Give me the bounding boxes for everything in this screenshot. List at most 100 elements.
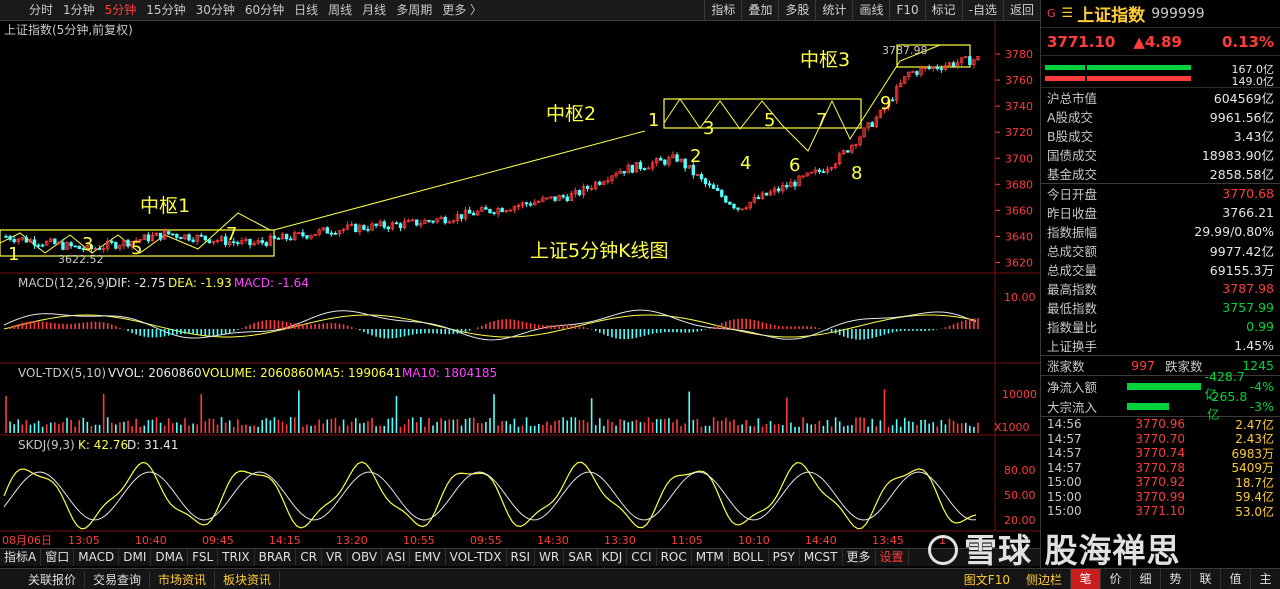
net-inflow-pct: -4% xyxy=(1249,378,1274,394)
tool-button-4[interactable]: 画线 xyxy=(852,0,889,21)
tick-time: 15:00 xyxy=(1047,504,1082,519)
zone2-point-5: 5 xyxy=(764,110,775,131)
status-link-0[interactable]: 图文F10 xyxy=(956,571,1018,588)
period-tab-2[interactable]: 5分钟 xyxy=(100,0,142,20)
time-tick-label: 13:20 xyxy=(336,534,368,547)
time-tick-label: 13:30 xyxy=(604,534,636,547)
status-button-0[interactable]: 笔 xyxy=(1070,569,1100,589)
indicator-tab-bar: 指标A 窗口 MACD DMI DMA FSL TRIX BRAR CR VR OBV ASI EMV V… xyxy=(0,548,1040,566)
time-tick-label: 08月06日 xyxy=(2,534,52,547)
indicator-tab-3[interactable]: DMI xyxy=(119,549,152,566)
time-tick-label: 13:45 xyxy=(872,534,904,547)
stat-value: 1.45% xyxy=(1234,338,1274,353)
stat-value: 9977.42亿 xyxy=(1209,244,1274,259)
indicator-tab-20[interactable]: MTM xyxy=(692,549,729,566)
kline-chart-area[interactable]: 上证指数(5分钟,前复权) 上证5分钟K线图 3787.98 3622.52 中… xyxy=(0,21,1040,548)
menu-icon[interactable]: ☰ xyxy=(1062,6,1074,21)
stat-label: 上证换手 xyxy=(1047,339,1098,354)
bar-down-value: 149.0亿 xyxy=(1231,75,1275,88)
indicator-tab-19[interactable]: ROC xyxy=(657,549,692,566)
indicator-tab-25[interactable]: 设置 xyxy=(876,549,909,566)
indicator-tab-9[interactable]: VR xyxy=(322,549,348,566)
indicator-tab-22[interactable]: PSY xyxy=(769,549,800,566)
tick-time: 15:00 xyxy=(1047,489,1082,504)
period-tab-4[interactable]: 30分钟 xyxy=(191,0,240,20)
indicator-tab-1[interactable]: 窗口 xyxy=(41,549,75,566)
indicator-tab-5[interactable]: FSL xyxy=(188,549,219,566)
period-tab-7[interactable]: 周线 xyxy=(323,0,357,20)
tool-button-5[interactable]: F10 xyxy=(889,0,924,21)
indicator-tab-10[interactable]: OBV xyxy=(348,549,383,566)
stat-value: 69155.3万 xyxy=(1209,263,1274,278)
indicator-tab-7[interactable]: BRAR xyxy=(255,549,297,566)
stat-row: 上证换手 1.45% xyxy=(1041,336,1280,355)
time-tick-label: 13:05 xyxy=(68,534,100,547)
tool-button-0[interactable]: 指标 xyxy=(704,0,741,21)
indicator-tab-23[interactable]: MCST xyxy=(800,549,843,566)
status-tab-1[interactable]: 交易查询 xyxy=(85,570,151,588)
stat-row: 昨日收盘 3766.21 xyxy=(1041,203,1280,222)
status-link-1[interactable]: 侧边栏 xyxy=(1018,571,1070,588)
tool-button-8[interactable]: 返回 xyxy=(1002,0,1040,21)
period-tab-1[interactable]: 1分钟 xyxy=(58,0,100,20)
zone2-point-2: 2 xyxy=(690,146,701,167)
status-tab-0[interactable]: 关联报价 xyxy=(20,570,86,588)
tool-button-1[interactable]: 叠加 xyxy=(741,0,778,21)
status-button-1[interactable]: 价 xyxy=(1100,569,1130,589)
indicator-tab-4[interactable]: DMA xyxy=(151,549,189,566)
g-icon[interactable]: G xyxy=(1047,7,1056,20)
period-tab-8[interactable]: 月线 xyxy=(357,0,391,20)
tool-button-3[interactable]: 统计 xyxy=(815,0,852,21)
status-button-4[interactable]: 联 xyxy=(1190,569,1220,589)
status-button-2[interactable]: 细 xyxy=(1130,569,1160,589)
price-tick-label: 3660 xyxy=(1005,204,1033,217)
indicator-tab-15[interactable]: WR xyxy=(535,549,565,566)
vol-ma10: MA10: 1804185 xyxy=(402,366,497,380)
indicator-tab-11[interactable]: ASI xyxy=(382,549,411,566)
status-button-6[interactable]: 主 xyxy=(1250,569,1280,589)
kline-chart-svg[interactable]: 上证指数(5分钟,前复权) 上证5分钟K线图 3787.98 3622.52 中… xyxy=(0,21,1040,548)
tool-button-7[interactable]: -自选 xyxy=(961,0,1003,21)
indicator-tab-16[interactable]: SAR xyxy=(564,549,598,566)
price-tick-label: 3780 xyxy=(1005,48,1033,61)
stat-value: 3757.99 xyxy=(1222,300,1274,315)
tick-list[interactable]: 14:56 3770.96 2.47亿 14:57 3770.70 2.43亿 14:57 3… xyxy=(1041,417,1280,519)
tick-price: 3770.92 xyxy=(1135,475,1185,490)
period-tab-9[interactable]: 多周期 xyxy=(391,0,437,20)
status-button-5[interactable]: 值 xyxy=(1220,569,1250,589)
stat-label: 基金成交 xyxy=(1047,167,1098,182)
tick-price: 3770.99 xyxy=(1135,489,1185,504)
period-tab-5[interactable]: 60分钟 xyxy=(240,0,289,20)
period-tab-0[interactable]: 分时 xyxy=(24,0,58,20)
stat-row: B股成交 3.43亿 xyxy=(1041,126,1280,145)
tick-time: 14:57 xyxy=(1047,431,1082,446)
time-tick-label: 1 xyxy=(939,534,946,547)
indicator-tab-14[interactable]: RSI xyxy=(507,549,536,566)
indicator-tab-13[interactable]: VOL-TDX xyxy=(446,549,507,566)
period-tab-3[interactable]: 15分钟 xyxy=(141,0,190,20)
status-tab-2[interactable]: 市场资讯 xyxy=(150,570,216,588)
tool-button-6[interactable]: 标记 xyxy=(924,0,962,21)
indicator-tab-18[interactable]: CCI xyxy=(627,549,657,566)
net-inflow-label: 净流入额 xyxy=(1047,379,1098,395)
indicator-tab-12[interactable]: EMV xyxy=(410,549,446,566)
indicator-tab-0[interactable]: 指标A xyxy=(0,549,42,566)
indicator-tab-17[interactable]: KDJ xyxy=(598,549,628,566)
indicator-tab-21[interactable]: BOLL xyxy=(729,549,769,566)
status-button-3[interactable]: 势 xyxy=(1160,569,1190,589)
zone-1-label: 中枢1 xyxy=(140,195,190,217)
indicator-tab-2[interactable]: MACD xyxy=(74,549,120,566)
indicator-tab-6[interactable]: TRIX xyxy=(218,549,255,566)
status-tab-3[interactable]: 板块资讯 xyxy=(215,570,281,588)
net-inflow-bar xyxy=(1127,382,1201,390)
price-tick-label: 3720 xyxy=(1005,126,1033,139)
price-tick-label: 3680 xyxy=(1005,178,1033,191)
period-tab-6[interactable]: 日线 xyxy=(289,0,323,20)
index-name: 上证指数 xyxy=(1077,6,1146,26)
indicator-tab-8[interactable]: CR xyxy=(296,549,322,566)
stat-row: 国债成交 18983.90亿 xyxy=(1041,145,1280,164)
indicator-tab-24[interactable]: 更多 xyxy=(843,549,876,566)
low-mark: 3622.52 xyxy=(58,253,104,266)
period-tab-10[interactable]: 更多 〉 xyxy=(437,0,487,20)
tool-button-2[interactable]: 多股 xyxy=(778,0,815,21)
